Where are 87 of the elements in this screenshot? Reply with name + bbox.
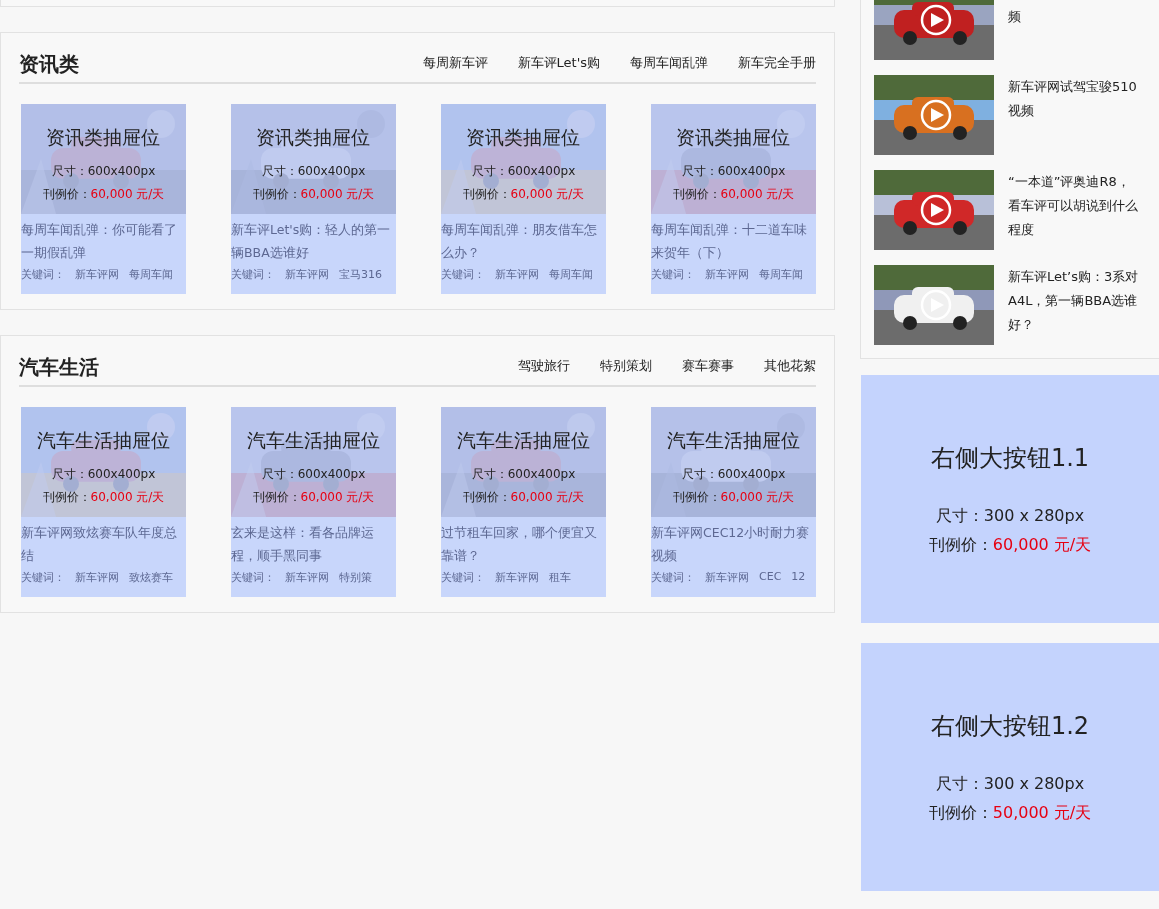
category-link[interactable]: 每周车闻乱弹 — [630, 54, 708, 72]
keywords-label: 关键词： — [231, 267, 275, 282]
ad-slot-card[interactable]: 汽车生活抽屉位 尺寸：600x400px 刊例价：60,000 元/天 过节租车回家，哪个便宜又靠谱？ 关键词： 新车评网 租车 — [441, 407, 606, 597]
keyword: 新车评网 — [495, 267, 539, 282]
keywords-label: 关键词： — [21, 267, 65, 282]
price-text: 刊例价：60,000 元/天 — [252, 489, 375, 506]
keywords-label: 关键词： — [21, 570, 65, 585]
slot-title: 汽车生活抽屉位 — [457, 428, 590, 453]
keyword: 新车评网 — [285, 570, 329, 585]
price-text: 刊例价：60,000 元/天 — [42, 186, 165, 203]
size-text: 尺寸：600x400px — [471, 163, 576, 180]
keyword: 致炫赛车 — [129, 570, 173, 585]
keywords-label: 关键词： — [651, 570, 695, 585]
slot-title: 汽车生活抽屉位 — [667, 428, 800, 453]
ad-slot-button[interactable]: 右侧大按钮1.1 尺寸：300 x 280px 刊例价：60,000 元/天 — [861, 375, 1159, 623]
article-title: 每周车闻乱弹：你可能看了一期假乱弹 — [21, 221, 178, 262]
keyword: 每周车闻 — [759, 267, 803, 282]
keyword: 12 — [791, 570, 806, 585]
ad-slot-card[interactable]: 汽车生活抽屉位 尺寸：600x400px 刊例价：60,000 元/天 新车评网CEC12小时耐力赛视频 关键词： 新车评网 CEC 12 — [651, 407, 816, 597]
keyword: 每周车闻 — [549, 267, 593, 282]
keywords-label: 关键词： — [441, 570, 485, 585]
size-text: 尺寸：600x400px — [471, 466, 576, 483]
category-link[interactable]: 赛车赛事 — [682, 357, 734, 375]
keyword: 新车评网 — [705, 267, 749, 282]
keyword: 新车评网 — [705, 570, 749, 585]
section-title: 资讯类 — [19, 51, 79, 78]
ad-slot-card[interactable]: 汽车生活抽屉位 尺寸：600x400px 刊例价：60,000 元/天 新车评网致炫赛车队年度总结 关键词： 新车评网 致炫赛车 — [21, 407, 186, 597]
price-text: 刊例价：60,000 元/天 — [462, 186, 585, 203]
keyword: 新车评网 — [285, 267, 329, 282]
slot-title: 资讯类抽屉位 — [466, 125, 581, 150]
size-text: 尺寸：600x400px — [681, 466, 786, 483]
ad-slot-card[interactable]: 汽车生活抽屉位 尺寸：600x400px 刊例价：60,000 元/天 玄来是这样：看各品牌运程，顺手黑同事 关键词： 新车评网 特别策 — [231, 407, 396, 597]
ad-slot-card[interactable]: 资讯类抽屉位 尺寸：600x400px 刊例价：60,000 元/天 每周车闻乱弹：你可能看了一期假乱弹 关键词： 新车评网 每周车闻 — [21, 104, 186, 294]
article-title: 新车评网CEC12小时耐力赛视频 — [651, 524, 811, 565]
size-text: 尺寸：600x400px — [261, 466, 366, 483]
keyword: CEC — [759, 570, 782, 585]
ad-slot-card[interactable]: 资讯类抽屉位 尺寸：600x400px 刊例价：60,000 元/天 每周车闻乱弹：朋友借车怎么办？ 关键词： 新车评网 每周车闻 — [441, 104, 606, 294]
keyword: 租车 — [549, 570, 571, 585]
category-link[interactable]: 新车完全手册 — [738, 54, 816, 72]
article-title: 过节租车回家，哪个便宜又靠谱？ — [441, 524, 598, 565]
price-text: 刊例价：50,000 元/天 — [928, 803, 1092, 824]
price-text: 刊例价：60,000 元/天 — [42, 489, 165, 506]
slot-title: 资讯类抽屉位 — [676, 125, 791, 150]
article-title: 新车评网致炫赛车队年度总结 — [21, 524, 178, 565]
category-link[interactable]: 每周新车评 — [422, 54, 488, 72]
article-title: 每周车闻乱弹：朋友借车怎么办？ — [441, 221, 598, 262]
size-text: 尺寸：600x400px — [261, 163, 366, 180]
category-link[interactable]: 新车评Let's购 — [517, 54, 600, 72]
ad-slot-card[interactable]: 资讯类抽屉位 尺寸：600x400px 刊例价：60,000 元/天 新车评Let's购：轻人的第一辆BBA选谁好 关键词： 新车评网 宝马316 — [231, 104, 396, 294]
keyword: 新车评网 — [495, 570, 539, 585]
keyword: 新车评网 — [75, 570, 119, 585]
article-title: 玄来是这样：看各品牌运程，顺手黑同事 — [231, 524, 375, 565]
slot-title: 汽车生活抽屉位 — [37, 428, 170, 453]
size-text: 尺寸：600x400px — [51, 163, 156, 180]
keywords-label: 关键词： — [441, 267, 485, 282]
video-title[interactable]: 频 — [1008, 5, 1142, 29]
keywords-label: 关键词： — [231, 570, 275, 585]
category-link[interactable]: 其他花絮 — [764, 357, 816, 375]
keywords-label: 关键词： — [651, 267, 695, 282]
slot-title: 汽车生活抽屉位 — [247, 428, 380, 453]
keyword: 特别策 — [339, 570, 372, 585]
ad-slot-button[interactable]: 右侧大按钮1.2 尺寸：300 x 280px 刊例价：50,000 元/天 — [861, 643, 1159, 891]
size-text: 尺寸：300 x 280px — [935, 774, 1085, 795]
keyword: 每周车闻 — [129, 267, 173, 282]
video-title[interactable]: 新车评网试驾宝骏510视频 — [1008, 75, 1142, 123]
size-text: 尺寸：600x400px — [681, 163, 786, 180]
slot-title: 资讯类抽屉位 — [46, 125, 161, 150]
price-text: 刊例价：60,000 元/天 — [252, 186, 375, 203]
ad-slot-card[interactable]: 资讯类抽屉位 尺寸：600x400px 刊例价：60,000 元/天 每周车闻乱弹：十二道车味来贺年（下） 关键词： 新车评网 每周车闻 — [651, 104, 816, 294]
slot-title: 资讯类抽屉位 — [256, 125, 371, 150]
slot-title: 右侧大按钮1.1 — [930, 443, 1090, 474]
article-title: 每周车闻乱弹：十二道车味来贺年（下） — [651, 221, 808, 262]
category-link[interactable]: 驾驶旅行 — [518, 357, 570, 375]
video-title[interactable]: 新车评Let’s购：3系对A4L，第一辆BBA选谁好？ — [1008, 265, 1142, 337]
keyword: 新车评网 — [75, 267, 119, 282]
size-text: 尺寸：600x400px — [51, 466, 156, 483]
article-title: 新车评Let's购：轻人的第一辆BBA选谁好 — [231, 221, 392, 262]
slot-title: 右侧大按钮1.2 — [930, 711, 1090, 742]
keyword: 宝马316 — [339, 267, 382, 282]
category-link[interactable]: 特别策划 — [600, 357, 652, 375]
price-text: 刊例价：60,000 元/天 — [462, 489, 585, 506]
price-text: 刊例价：60,000 元/天 — [672, 186, 795, 203]
video-title[interactable]: “一本道”评奥迪R8，看车评可以胡说到什么程度 — [1008, 170, 1142, 242]
section-title: 汽车生活 — [19, 354, 99, 381]
price-text: 刊例价：60,000 元/天 — [928, 535, 1092, 556]
price-text: 刊例价：60,000 元/天 — [672, 489, 795, 506]
size-text: 尺寸：300 x 280px — [935, 506, 1085, 527]
